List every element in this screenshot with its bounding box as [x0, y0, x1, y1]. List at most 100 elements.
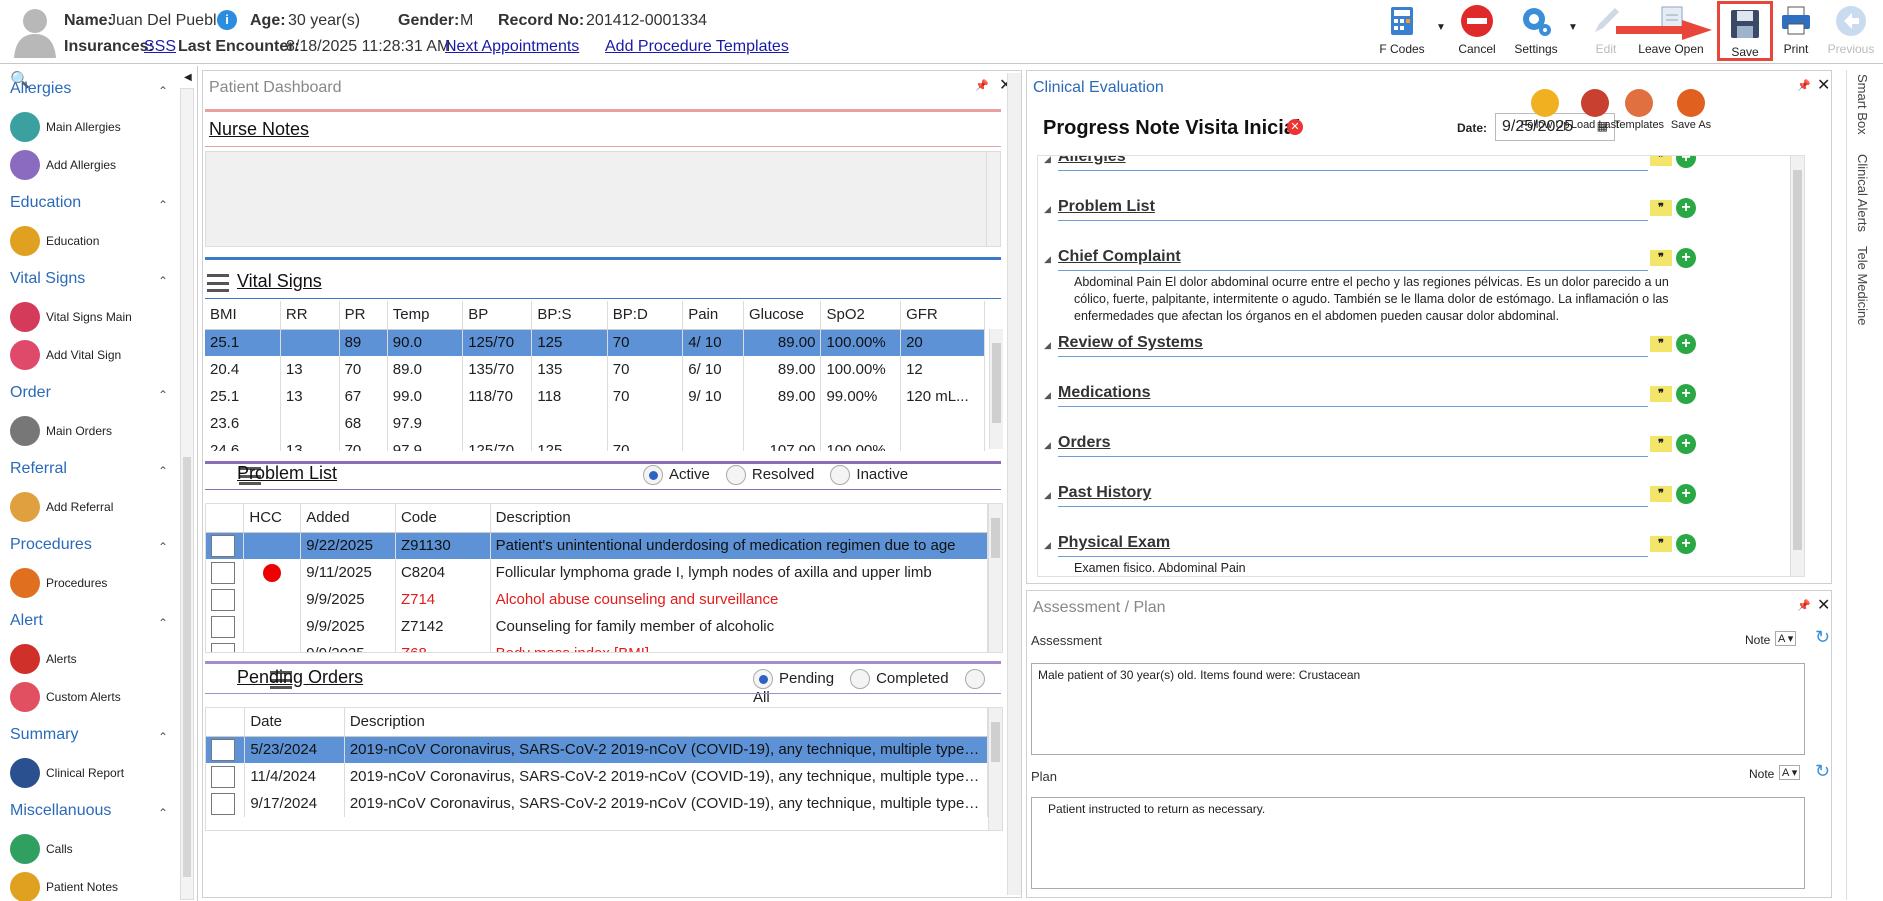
vitals-menu-icon[interactable]: [207, 274, 229, 292]
sidebar-item-vital-signs-main[interactable]: Vital Signs Main: [10, 302, 132, 332]
sidebar-section-allergies[interactable]: Allergies: [10, 80, 71, 98]
collapse-caret-icon[interactable]: ⌃: [158, 464, 168, 478]
expand-triangle-icon[interactable]: ◢: [1044, 156, 1051, 165]
fcodes-button[interactable]: F Codes: [1376, 4, 1428, 56]
settings-button[interactable]: Settings: [1508, 4, 1564, 56]
filter-pending[interactable]: Pending: [753, 669, 834, 689]
sidebar-section-alert[interactable]: Alert: [10, 612, 43, 630]
quote-icon[interactable]: ❞: [1650, 486, 1672, 502]
radio-completed[interactable]: [850, 669, 871, 689]
expand-triangle-icon[interactable]: ◢: [1044, 540, 1051, 551]
sidebar-section-procedures[interactable]: Procedures: [10, 536, 92, 554]
add-icon[interactable]: +: [1676, 384, 1696, 404]
expand-triangle-icon[interactable]: ◢: [1044, 340, 1051, 351]
vitals-header-bmi[interactable]: BMI: [205, 301, 281, 330]
row-checkbox-cell[interactable]: [206, 640, 245, 652]
pin-icon[interactable]: 📌: [1797, 79, 1811, 92]
section-allergies[interactable]: Allergies: [1058, 156, 1126, 166]
problem-header-added[interactable]: Added: [300, 504, 396, 533]
order-row[interactable]: 5/23/2024 2019-nCoV Coronavirus, SARS-CoV…: [206, 736, 989, 763]
sidebar-item-main-orders[interactable]: Main Orders: [10, 416, 112, 446]
cancel-button[interactable]: Cancel: [1452, 4, 1502, 56]
radio-inactive[interactable]: [830, 465, 851, 485]
quote-icon[interactable]: ❞: [1650, 436, 1672, 452]
collapse-caret-icon[interactable]: ⌃: [158, 806, 168, 820]
problem-row[interactable]: 9/9/2025Z68Body mass index [BMI]: [206, 640, 989, 652]
problem-header-code[interactable]: Code: [395, 504, 491, 533]
section-review-of-systems[interactable]: Review of Systems: [1058, 334, 1203, 352]
assessment-text-field[interactable]: Male patient of 30 year(s) old. Items fo…: [1031, 663, 1805, 755]
pin-icon[interactable]: 📌: [1797, 599, 1811, 612]
row-checkbox[interactable]: [211, 561, 235, 584]
sidebar-section-order[interactable]: Order: [10, 384, 51, 402]
add-icon[interactable]: +: [1676, 198, 1696, 218]
sidebar-item-main-allergies[interactable]: Main Allergies: [10, 112, 121, 142]
order-row[interactable]: 11/4/2024 2019-nCoV Coronavirus, SARS-CoV…: [206, 763, 989, 790]
expand-triangle-icon[interactable]: ◢: [1044, 204, 1051, 215]
vitals-header-bp-s[interactable]: BP:S: [531, 301, 608, 330]
problem-row[interactable]: 9/9/2025 Z714 Alcohol abuse counseling and…: [206, 586, 989, 613]
quote-icon[interactable]: ❞: [1650, 156, 1672, 166]
vitals-row[interactable]: 24.6 13 70 97.9 125/70 125 70 107.00 100.00%: [205, 437, 985, 451]
expand-triangle-icon[interactable]: ◢: [1044, 490, 1051, 501]
sidebar-item-education[interactable]: Education: [10, 226, 99, 256]
plan-text-field[interactable]: Patient instructed to return as necessar…: [1031, 797, 1805, 889]
section-orders[interactable]: Orders: [1058, 434, 1110, 452]
collapse-caret-icon[interactable]: ⌃: [158, 274, 168, 288]
add-icon[interactable]: +: [1676, 334, 1696, 354]
add-icon[interactable]: +: [1676, 484, 1696, 504]
sidebar-section-referral[interactable]: Referral: [10, 460, 67, 478]
collapse-caret-icon[interactable]: ⌃: [158, 616, 168, 630]
settings-dropdown-icon[interactable]: ▼: [1568, 22, 1578, 33]
radio-all[interactable]: [964, 669, 985, 689]
sidebar-item-calls[interactable]: Calls: [10, 834, 73, 864]
collapse-caret-icon[interactable]: ⌃: [158, 388, 168, 402]
remove-note-icon[interactable]: ✕: [1287, 119, 1303, 135]
sidebar-item-add-vital-sign[interactable]: Add Vital Sign: [10, 340, 121, 370]
vitals-header-temp[interactable]: Temp: [387, 301, 464, 330]
close-icon[interactable]: ✕: [1817, 595, 1830, 615]
add-procedure-templates-link[interactable]: Add Procedure Templates: [605, 38, 789, 56]
collapse-caret-icon[interactable]: ⌃: [158, 730, 168, 744]
row-checkbox[interactable]: [211, 765, 235, 788]
close-icon[interactable]: ✕: [1817, 75, 1830, 95]
row-checkbox-cell[interactable]: [206, 790, 246, 817]
vitals-header-pr[interactable]: PR: [339, 301, 388, 330]
row-checkbox[interactable]: [211, 792, 235, 815]
radio-pending[interactable]: [753, 669, 773, 689]
print-button[interactable]: Print: [1776, 4, 1816, 56]
vitals-header-spo2[interactable]: SpO2: [820, 301, 902, 330]
refresh-icon[interactable]: ↻: [1815, 627, 1830, 648]
problem-row[interactable]: 9/11/2025 C8204 Follicular lymphoma grade …: [206, 559, 989, 586]
font-dropdown-icon[interactable]: A ▾: [1775, 631, 1797, 646]
vitals-header-bp-d[interactable]: BP:D: [607, 301, 684, 330]
section-chief-complaint[interactable]: Chief Complaint: [1058, 248, 1181, 266]
vitals-row[interactable]: 25.1 89 90.0 125/70 125 70 4/ 10 89.00 100.00% 20: [205, 329, 985, 356]
tele-medicine-tab[interactable]: Tele Medicine: [1855, 246, 1870, 326]
section-medications[interactable]: Medications: [1058, 384, 1150, 402]
sidebar-item-clinical-report[interactable]: Clinical Report: [10, 758, 124, 788]
problem-row[interactable]: 9/22/2025 Z91130 Patient's unintentional u…: [206, 532, 989, 559]
add-icon[interactable]: +: [1676, 434, 1696, 454]
filter-inactive[interactable]: Inactive: [830, 465, 908, 485]
problem-row[interactable]: 9/9/2025 Z7142 Counseling for family membe…: [206, 613, 989, 640]
expand-triangle-icon[interactable]: ◢: [1044, 254, 1051, 265]
sidebar-section-summary[interactable]: Summary: [10, 726, 78, 744]
font-dropdown-icon[interactable]: A ▾: [1779, 765, 1801, 780]
row-checkbox[interactable]: [211, 615, 235, 638]
row-checkbox[interactable]: [211, 738, 235, 761]
sidebar-section-vital-signs[interactable]: Vital Signs: [10, 270, 85, 288]
order-row[interactable]: 9/17/2024 2019-nCoV Coronavirus, SARS-CoV…: [206, 790, 989, 817]
orders-header-description[interactable]: Description: [344, 708, 989, 737]
collapse-caret-icon[interactable]: ⌃: [158, 540, 168, 554]
vitals-header-rr[interactable]: RR: [280, 301, 340, 330]
vitals-header-pain[interactable]: Pain: [682, 301, 744, 330]
row-checkbox-cell[interactable]: [206, 736, 246, 763]
sidebar-item-add-referral[interactable]: Add Referral: [10, 492, 113, 522]
radio-active[interactable]: [643, 465, 663, 485]
quote-icon[interactable]: ❞: [1650, 200, 1672, 216]
add-icon[interactable]: +: [1676, 534, 1696, 554]
pin-icon[interactable]: 📌: [975, 79, 989, 92]
sidebar-scrollbar[interactable]: [180, 88, 194, 900]
row-checkbox-cell[interactable]: [206, 613, 245, 640]
